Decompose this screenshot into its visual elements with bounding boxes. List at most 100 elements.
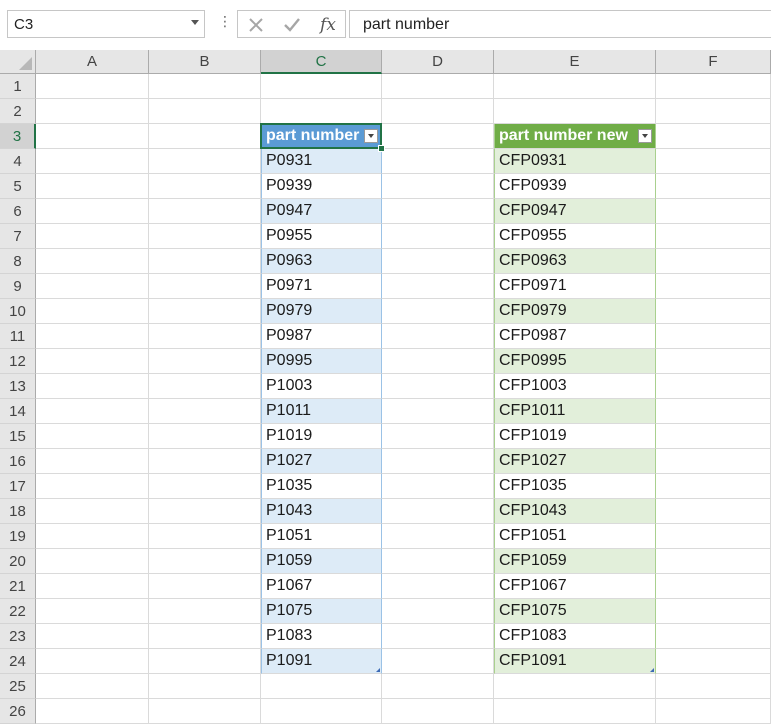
cell-a18[interactable] xyxy=(36,499,149,524)
cell-a21[interactable] xyxy=(36,574,149,599)
cell-d16[interactable] xyxy=(382,449,494,474)
table1-cell[interactable]: P1059 xyxy=(261,549,382,574)
cell-d11[interactable] xyxy=(382,324,494,349)
table2-cell[interactable]: CFP1011 xyxy=(494,399,656,424)
table1-cell[interactable]: P0955 xyxy=(261,224,382,249)
row-header-4[interactable]: 4 xyxy=(0,149,36,174)
row-header-15[interactable]: 15 xyxy=(0,424,36,449)
cell-b9[interactable] xyxy=(149,274,261,299)
cell-b7[interactable] xyxy=(149,224,261,249)
row-header-17[interactable]: 17 xyxy=(0,474,36,499)
table1-cell[interactable]: P1051 xyxy=(261,524,382,549)
table1-cell[interactable]: P0947 xyxy=(261,199,382,224)
column-header-f[interactable]: F xyxy=(656,50,771,74)
cell-f24[interactable] xyxy=(656,649,771,674)
cell-f4[interactable] xyxy=(656,149,771,174)
cell-d2[interactable] xyxy=(382,99,494,124)
table2-cell[interactable]: CFP1083 xyxy=(494,624,656,649)
row-header-5[interactable]: 5 xyxy=(0,174,36,199)
cell-b6[interactable] xyxy=(149,199,261,224)
cell-e2[interactable] xyxy=(494,99,656,124)
row-header-3[interactable]: 3 xyxy=(0,124,36,149)
table1-cell[interactable]: P1043 xyxy=(261,499,382,524)
cell-a15[interactable] xyxy=(36,424,149,449)
table2-cell[interactable]: CFP1043 xyxy=(494,499,656,524)
cell-a8[interactable] xyxy=(36,249,149,274)
cell-d17[interactable] xyxy=(382,474,494,499)
table1-cell[interactable]: P1003 xyxy=(261,374,382,399)
cell-d15[interactable] xyxy=(382,424,494,449)
row-header-7[interactable]: 7 xyxy=(0,224,36,249)
formula-input[interactable]: part number xyxy=(349,10,771,38)
cell-f5[interactable] xyxy=(656,174,771,199)
cell-a25[interactable] xyxy=(36,674,149,699)
table2-cell[interactable]: CFP0971 xyxy=(494,274,656,299)
table1-cell[interactable]: P1011 xyxy=(261,399,382,424)
cell-f21[interactable] xyxy=(656,574,771,599)
cell-d4[interactable] xyxy=(382,149,494,174)
table1-cell[interactable]: P0939 xyxy=(261,174,382,199)
cell-f16[interactable] xyxy=(656,449,771,474)
table2-cell[interactable]: CFP0947 xyxy=(494,199,656,224)
table2-cell[interactable]: CFP1091 xyxy=(494,649,656,674)
cell-a11[interactable] xyxy=(36,324,149,349)
row-header-19[interactable]: 19 xyxy=(0,524,36,549)
table1-cell[interactable]: P0963 xyxy=(261,249,382,274)
cell-a20[interactable] xyxy=(36,549,149,574)
cell-a13[interactable] xyxy=(36,374,149,399)
table2-cell[interactable]: CFP1003 xyxy=(494,374,656,399)
cell-b23[interactable] xyxy=(149,624,261,649)
table1-cell[interactable]: P0995 xyxy=(261,349,382,374)
column-header-c[interactable]: C xyxy=(261,50,382,74)
table1-cell[interactable]: P0931 xyxy=(261,149,382,174)
cell-d7[interactable] xyxy=(382,224,494,249)
cell-f6[interactable] xyxy=(656,199,771,224)
table2-cell[interactable]: CFP0955 xyxy=(494,224,656,249)
table2-cell[interactable]: CFP1035 xyxy=(494,474,656,499)
cell-b13[interactable] xyxy=(149,374,261,399)
cell-a7[interactable] xyxy=(36,224,149,249)
cell-e26[interactable] xyxy=(494,699,656,724)
cell-d1[interactable] xyxy=(382,74,494,99)
table2-cell[interactable]: CFP0931 xyxy=(494,149,656,174)
table2-cell[interactable]: CFP1067 xyxy=(494,574,656,599)
select-all-button[interactable] xyxy=(0,50,36,74)
row-header-11[interactable]: 11 xyxy=(0,324,36,349)
table2-cell[interactable]: CFP0987 xyxy=(494,324,656,349)
cell-f22[interactable] xyxy=(656,599,771,624)
row-header-23[interactable]: 23 xyxy=(0,624,36,649)
cell-a26[interactable] xyxy=(36,699,149,724)
cell-b8[interactable] xyxy=(149,249,261,274)
column-header-b[interactable]: B xyxy=(149,50,261,74)
row-header-9[interactable]: 9 xyxy=(0,274,36,299)
filter-dropdown-button[interactable] xyxy=(364,129,378,143)
cell-b11[interactable] xyxy=(149,324,261,349)
enter-icon[interactable] xyxy=(280,14,304,36)
cell-a14[interactable] xyxy=(36,399,149,424)
cell-d24[interactable] xyxy=(382,649,494,674)
cell-a6[interactable] xyxy=(36,199,149,224)
cell-b24[interactable] xyxy=(149,649,261,674)
cell-d26[interactable] xyxy=(382,699,494,724)
table1-cell[interactable]: P1019 xyxy=(261,424,382,449)
cell-b2[interactable] xyxy=(149,99,261,124)
cell-f17[interactable] xyxy=(656,474,771,499)
cell-d10[interactable] xyxy=(382,299,494,324)
cell-b20[interactable] xyxy=(149,549,261,574)
table2-cell[interactable]: CFP1027 xyxy=(494,449,656,474)
cell-f7[interactable] xyxy=(656,224,771,249)
name-box[interactable]: C3 xyxy=(7,10,205,38)
cell-b18[interactable] xyxy=(149,499,261,524)
cell-b1[interactable] xyxy=(149,74,261,99)
table2-cell[interactable]: CFP0939 xyxy=(494,174,656,199)
cell-a1[interactable] xyxy=(36,74,149,99)
cell-b4[interactable] xyxy=(149,149,261,174)
cell-f10[interactable] xyxy=(656,299,771,324)
table2-cell[interactable]: CFP1051 xyxy=(494,524,656,549)
table-resize-handle[interactable] xyxy=(376,668,380,672)
cell-a24[interactable] xyxy=(36,649,149,674)
cell-f1[interactable] xyxy=(656,74,771,99)
cell-a22[interactable] xyxy=(36,599,149,624)
cell-a3[interactable] xyxy=(36,124,149,149)
cell-b5[interactable] xyxy=(149,174,261,199)
